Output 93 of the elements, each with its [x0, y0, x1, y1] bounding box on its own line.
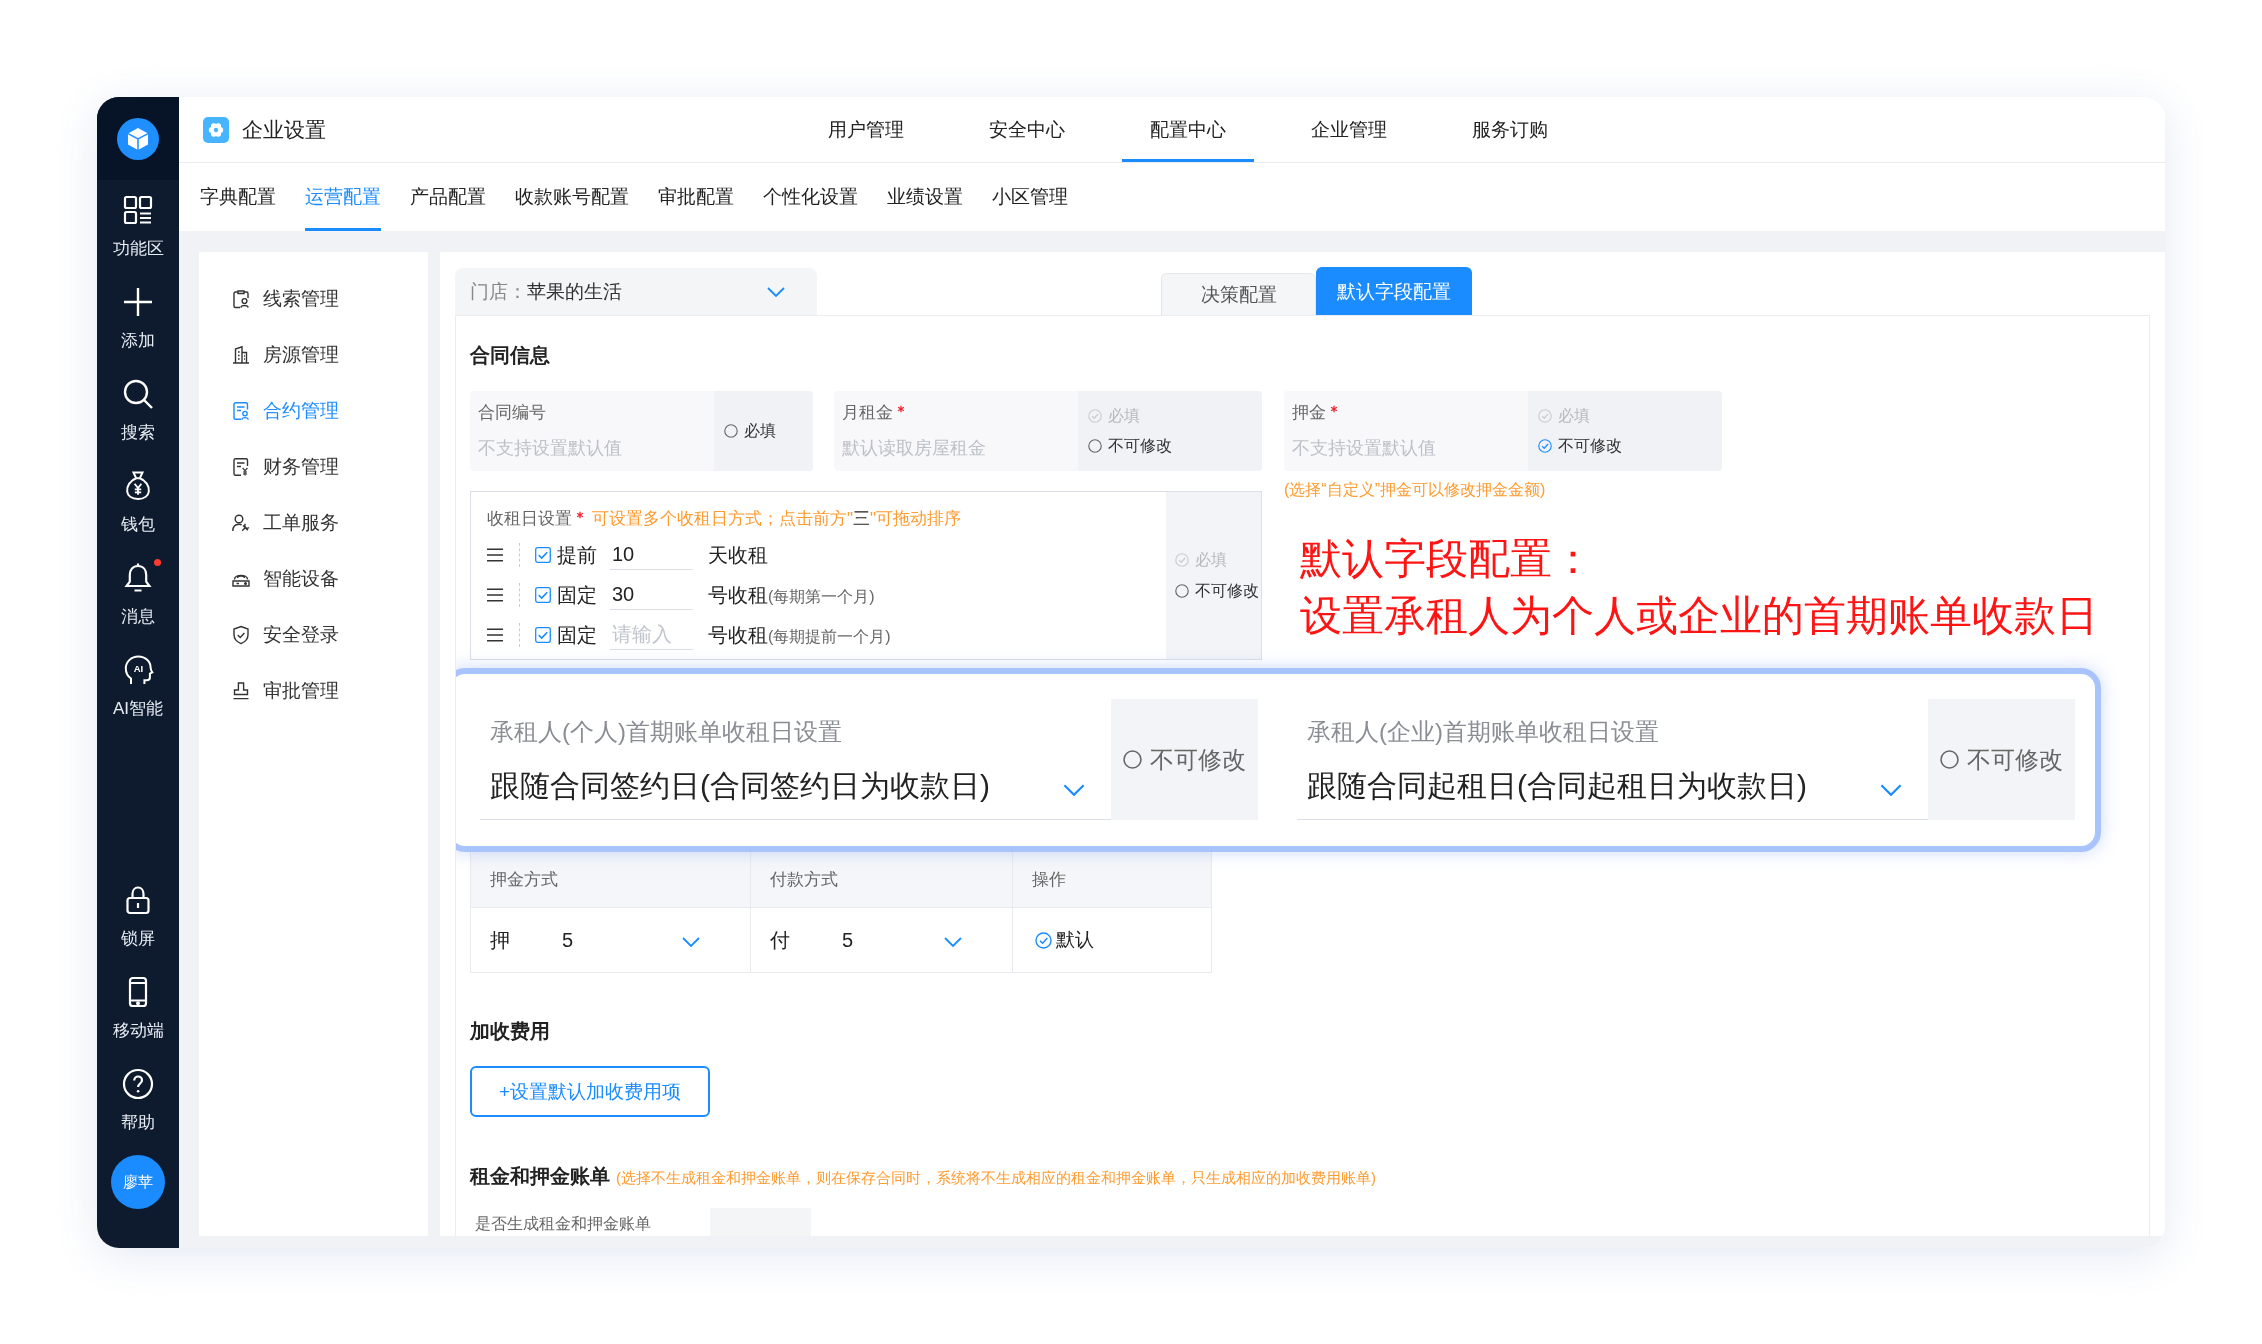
annotation-text: 默认字段配置： — [1300, 534, 1594, 584]
checkbox-option[interactable]: 提前 — [535, 541, 597, 569]
sidebar-item[interactable]: 消息 — [97, 562, 179, 628]
stamp-icon — [231, 681, 251, 701]
sidebar-item[interactable]: AI AI智能 — [97, 654, 179, 720]
field-hint: 不支持设置默认值 — [478, 437, 622, 459]
sub-tab[interactable]: 小区管理 — [992, 163, 1068, 231]
document-yen-icon — [231, 457, 251, 477]
help-icon — [122, 1068, 154, 1100]
sidebar-item[interactable]: 帮助 — [97, 1068, 179, 1134]
menu-item[interactable]: 工单服务 — [199, 495, 428, 551]
field-label: 合同编号 — [478, 402, 546, 424]
section-title: 加收费用 — [470, 1019, 550, 1044]
menu-item[interactable]: 审批管理 — [199, 663, 428, 719]
sub-tab[interactable]: 业绩设置 — [887, 163, 963, 231]
checkbox-option[interactable]: 必填 — [724, 420, 776, 442]
mode-tab[interactable]: 决策配置 — [1161, 273, 1316, 315]
hint-text: (选择“自定义”押金可以修改押金金额) — [1284, 480, 1546, 500]
checkbox-option[interactable]: 不可修改 — [1940, 744, 2063, 775]
person-wrench-icon — [231, 513, 251, 533]
unit-text: 号收租(每期提前一个月) — [708, 622, 891, 648]
section-title: 租金和押金账单 — [470, 1164, 610, 1189]
sidebar-item[interactable]: 添加 — [97, 286, 179, 352]
plus-icon — [122, 286, 154, 318]
select-value: 跟随合同签约日(合同签约日为收款日) — [490, 768, 990, 804]
column-header: 押金方式 — [470, 850, 751, 908]
menu-item[interactable]: 房源管理 — [199, 327, 428, 383]
drag-handle-icon[interactable] — [487, 628, 503, 642]
sidebar-item[interactable]: 移动端 — [97, 976, 179, 1042]
select-value: 跟随合同起租日(合同起租日为收款日) — [1307, 768, 1807, 804]
drag-handle-icon[interactable] — [487, 588, 503, 602]
menu-item[interactable]: 线索管理 — [199, 271, 428, 327]
field-label: 月租金 — [842, 402, 893, 424]
day-input[interactable]: 10 — [610, 540, 693, 570]
drag-handle-icon[interactable] — [487, 548, 503, 562]
sidebar-item[interactable]: 锁屏 — [97, 884, 179, 950]
chevron-down-icon — [1063, 784, 1085, 796]
store-select[interactable]: 门店：苹果的生活 — [455, 268, 817, 315]
chevron-down-icon — [1880, 784, 1902, 796]
nav-tab[interactable]: 服务订购 — [1443, 97, 1576, 162]
document-person-icon — [231, 401, 251, 421]
shield-check-icon — [231, 625, 251, 645]
field-label: 是否生成租金和押金账单 — [474, 1214, 652, 1234]
menu-item[interactable]: 财务管理 — [199, 439, 428, 495]
building-icon — [231, 345, 251, 365]
grid-icon — [122, 194, 154, 226]
sidebar-item[interactable]: 功能区 — [97, 194, 179, 260]
chevron-down-icon — [682, 937, 700, 947]
day-input[interactable]: 请输入 — [610, 620, 693, 650]
select-field[interactable]: 押 5 — [490, 926, 750, 954]
nav-tab[interactable]: 企业管理 — [1282, 97, 1415, 162]
field-hint: 不支持设置默认值 — [1292, 437, 1436, 459]
hint-text: 可设置多个收租日方式；点击前方"三"可拖动排序 — [592, 508, 962, 530]
nav-tab[interactable]: 用户管理 — [799, 97, 932, 162]
sidebar-item[interactable]: 搜索 — [97, 378, 179, 444]
checkbox-option[interactable]: 默认 — [1035, 929, 1211, 951]
nav-tab[interactable]: 安全中心 — [960, 97, 1093, 162]
chevron-down-icon — [767, 286, 785, 297]
sub-tab[interactable]: 字典配置 — [200, 163, 276, 231]
clipboard-person-icon — [231, 289, 251, 309]
sub-tab[interactable]: 产品配置 — [410, 163, 486, 231]
field-label: 承租人(个人)首期账单收租日设置 — [490, 717, 842, 747]
checkbox-option[interactable]: 固定 — [535, 581, 597, 609]
field-label: 押金 — [1292, 402, 1326, 424]
bell-icon — [122, 562, 154, 594]
checkbox-option[interactable]: 不可修改 — [1088, 435, 1172, 457]
unit-text: 天收租 — [708, 542, 768, 568]
sidebar-item[interactable]: 钱包 — [97, 470, 179, 536]
field-label: 收租日设置 — [487, 508, 572, 530]
checkbox-option[interactable]: 不可修改 — [1123, 744, 1246, 775]
search-icon — [122, 378, 154, 410]
cube-logo-icon — [117, 117, 159, 160]
sub-tab[interactable]: 收款账号配置 — [515, 163, 629, 231]
page-title: 企业设置 — [242, 116, 326, 143]
annotation-text: 设置承租人为个人或企业的首期账单收款日 — [1300, 591, 2098, 641]
menu-item[interactable]: 智能设备 — [199, 551, 428, 607]
chevron-down-icon — [944, 937, 962, 947]
day-input[interactable]: 30 — [610, 580, 693, 610]
hint-text: (选择不生成租金和押金账单，则在保存合同时，系统将不生成相应的租金和押金账单，只生成相应的加收费用账单) — [616, 1168, 1376, 1188]
gear-icon — [203, 116, 229, 143]
column-header: 付款方式 — [750, 850, 1013, 908]
section-title: 合同信息 — [470, 343, 550, 368]
checkbox-option[interactable]: 不可修改 — [1538, 435, 1622, 457]
checkbox-option[interactable]: 不可修改 — [1175, 580, 1259, 602]
select-field[interactable]: 付 5 — [770, 926, 1012, 954]
field-hint: 默认读取房屋租金 — [842, 437, 986, 459]
menu-item[interactable]: 安全登录 — [199, 607, 428, 663]
column-header: 操作 — [1012, 850, 1212, 908]
field-label: 承租人(企业)首期账单收租日设置 — [1307, 717, 1659, 747]
checkbox-option[interactable]: 固定 — [535, 621, 597, 649]
sub-tab[interactable]: 审批配置 — [658, 163, 734, 231]
unit-text: 号收租(每期第一个月) — [708, 582, 875, 608]
sub-tab[interactable]: 个性化设置 — [763, 163, 858, 231]
